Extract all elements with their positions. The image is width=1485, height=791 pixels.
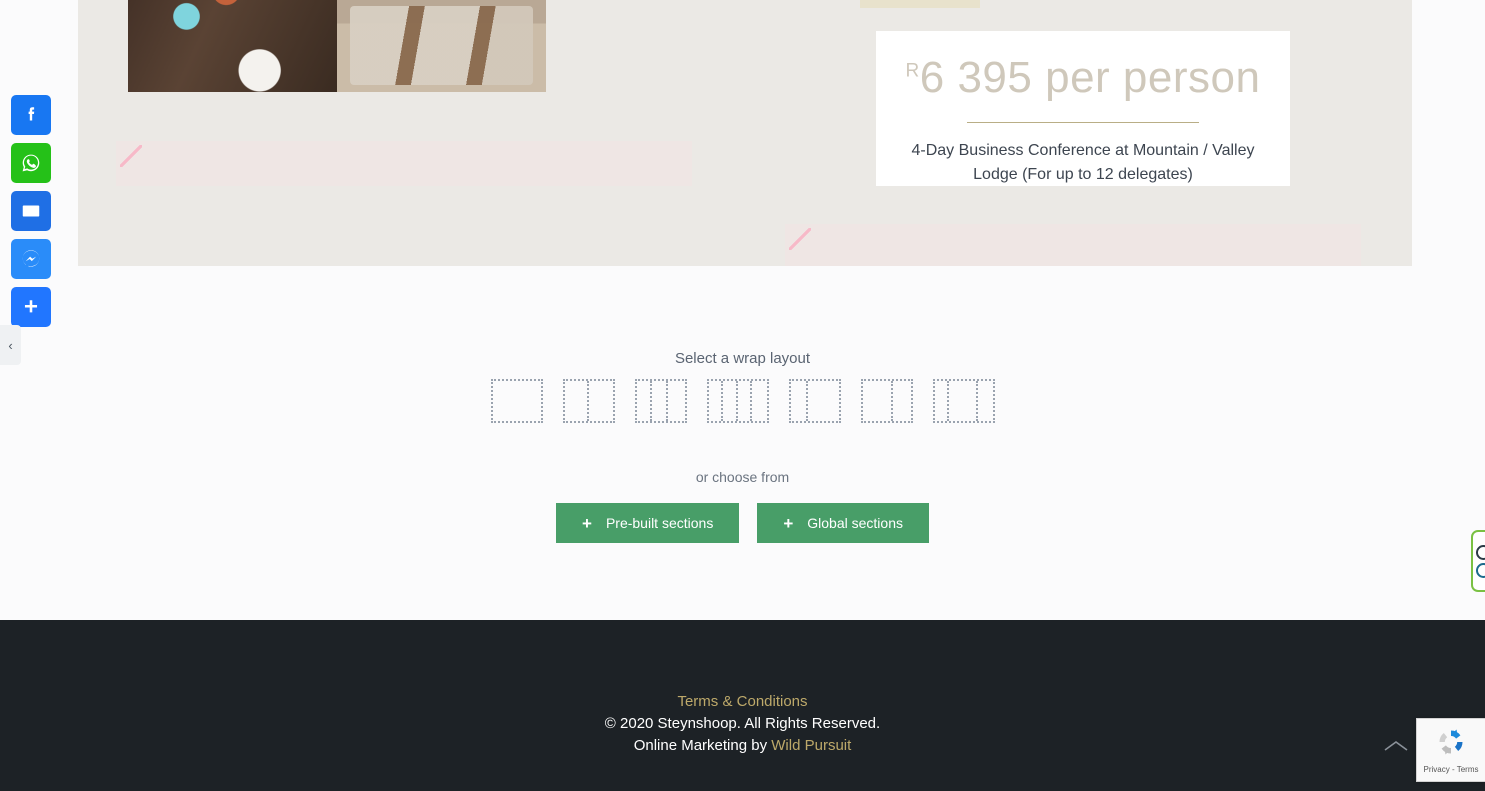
photo-collage: [128, 0, 546, 92]
wrap-layout-wide-narrow[interactable]: [860, 379, 913, 423]
wrap-layout-column: [565, 381, 589, 421]
price-description: 4-Day Business Conference at Mountain / …: [911, 141, 1255, 183]
wrap-layout-column: [723, 381, 738, 421]
copyright-text: © 2020 Steynshoop. All Rights Reserved.: [604, 714, 881, 732]
choose-from-label: or choose from: [695, 469, 790, 485]
recaptcha-icon: [1435, 726, 1467, 763]
wrap-layout-4-column[interactable]: [706, 379, 769, 423]
global-sections-button[interactable]: + Global sections: [757, 503, 929, 543]
section-source-buttons: + Pre-built sections + Global sections: [0, 503, 1485, 543]
wrap-layout-narrow-wide[interactable]: [788, 379, 841, 423]
wrap-layout-column: [493, 381, 541, 421]
wrap-layout-column: [589, 381, 613, 421]
share-button-whatsapp[interactable]: [11, 143, 51, 183]
accessibility-icon: [1475, 544, 1485, 560]
wrap-layout-column: [668, 381, 684, 421]
plus-icon: +: [783, 513, 794, 533]
wrap-layout-column: [709, 381, 723, 421]
wrap-layout-column: [808, 381, 839, 421]
share-button-facebook[interactable]: [11, 95, 51, 135]
wrap-layout-column: [637, 381, 653, 421]
share-button-email[interactable]: [11, 191, 51, 231]
share-button-messenger[interactable]: [11, 239, 51, 279]
price-divider: [967, 121, 1199, 123]
email-icon: [20, 200, 42, 222]
price-card: R6 395 per person 4-Day Business Confere…: [876, 31, 1290, 186]
currency-symbol: R: [905, 60, 920, 82]
scroll-to-top-button[interactable]: [1379, 735, 1413, 761]
social-share-rail: [11, 95, 51, 327]
recaptcha-badge[interactable]: Privacy - Terms: [1416, 718, 1485, 782]
recaptcha-terms-text[interactable]: Privacy - Terms: [1424, 765, 1479, 774]
photo-coffee-table: [128, 0, 337, 92]
contrast-icon: [1475, 562, 1485, 578]
page-section-beige: R6 395 per person 4-Day Business Confere…: [78, 0, 1412, 266]
wrap-layout-column: [978, 381, 993, 421]
messenger-icon: [19, 247, 43, 271]
wild-pursuit-link[interactable]: Wild Pursuit: [771, 737, 851, 754]
price-value: R6 395 per person: [876, 53, 1290, 104]
wrap-layout-column: [935, 381, 949, 421]
chevron-left-icon: ‹: [8, 337, 13, 353]
wrap-layout-label: Select a wrap layout: [674, 350, 811, 367]
accessibility-widget-button[interactable]: [1471, 530, 1485, 592]
site-footer: Terms & Conditions © 2020 Steynshoop. Al…: [0, 620, 1485, 791]
wrap-layout-column: [752, 381, 767, 421]
plus-icon: [20, 296, 42, 318]
whatsapp-icon: [19, 151, 43, 175]
wrap-layout-2-column[interactable]: [562, 379, 615, 423]
credit-prefix: Online Marketing by: [633, 736, 772, 754]
wrap-layout-column: [652, 381, 669, 421]
share-rail-collapse-toggle[interactable]: ‹: [0, 325, 21, 365]
page-root: ‹ R6 395 per person 4-Day Business Confe…: [0, 0, 1485, 791]
photo-lodge-poolside: [337, 0, 546, 92]
facebook-icon: [20, 104, 42, 126]
wrap-layout-column: [893, 381, 910, 421]
wrap-layout-column: [738, 381, 752, 421]
gold-accent-bar: [860, 0, 980, 8]
wrap-layout-options: [0, 379, 1485, 423]
section-builder-panel: Select a wrap layout or choose from + Pr…: [0, 266, 1485, 620]
wrap-layout-1-column[interactable]: [490, 379, 543, 423]
wrap-layout-narrow-wide-narrow[interactable]: [932, 379, 995, 423]
content-placeholder-2[interactable]: [785, 224, 1361, 266]
pre-built-sections-label: Pre-built sections: [605, 515, 714, 531]
share-button-more[interactable]: [11, 287, 51, 327]
wrap-layout-3-column[interactable]: [634, 379, 687, 423]
wrap-layout-column: [949, 381, 978, 421]
global-sections-label: Global sections: [807, 515, 903, 531]
content-placeholder-1[interactable]: [116, 141, 692, 186]
plus-icon: +: [582, 513, 592, 533]
chevron-up-icon: [1383, 739, 1409, 758]
terms-and-conditions-link[interactable]: Terms & Conditions: [677, 693, 807, 710]
wrap-layout-column: [791, 381, 808, 421]
wrap-layout-column: [863, 381, 894, 421]
pre-built-sections-button[interactable]: + Pre-built sections: [556, 503, 740, 543]
price-amount: 6 395 per person: [919, 53, 1261, 102]
